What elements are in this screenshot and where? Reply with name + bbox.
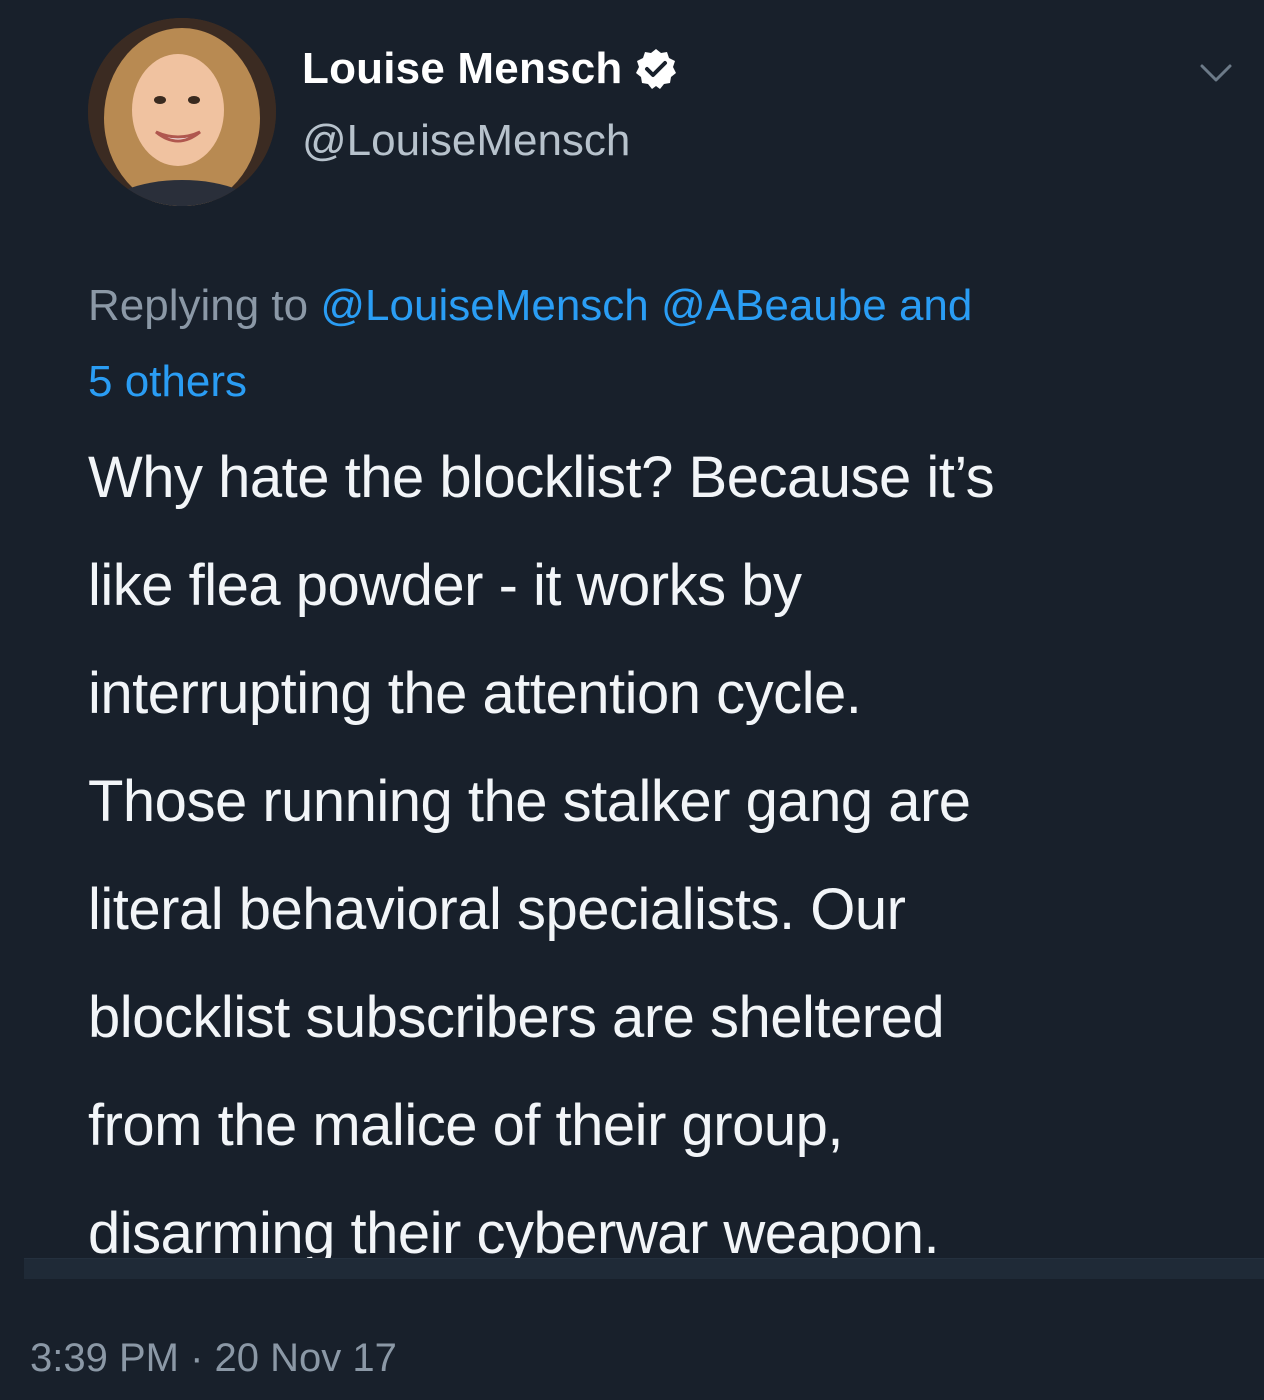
tweet-text: Why hate the blocklist? Because it’s lik… xyxy=(88,445,995,1266)
name-row: Louise Mensch xyxy=(302,44,678,94)
user-handle[interactable]: @LouiseMensch xyxy=(302,116,630,166)
verified-badge-icon xyxy=(634,47,678,91)
and-label: and xyxy=(898,281,973,330)
replying-to-line: Replying to @LouiseMensch @ABeaube and 5… xyxy=(88,268,1238,420)
avatar-photo xyxy=(88,18,276,206)
mention-link[interactable]: @LouiseMensch xyxy=(320,281,648,330)
display-name[interactable]: Louise Mensch xyxy=(302,44,622,94)
avatar[interactable] xyxy=(88,18,276,206)
tweet-card: Louise Mensch @LouiseMensch Replying to … xyxy=(0,0,1264,1400)
divider xyxy=(24,1258,1264,1279)
tweet-timestamp[interactable]: 3:39 PM · 20 Nov 17 xyxy=(30,1336,397,1381)
others-link[interactable]: 5 others xyxy=(88,357,247,406)
replying-to-label: Replying to xyxy=(88,281,309,330)
chevron-down-icon[interactable] xyxy=(1196,58,1236,88)
mention-link[interactable]: @ABeaube xyxy=(661,281,887,330)
